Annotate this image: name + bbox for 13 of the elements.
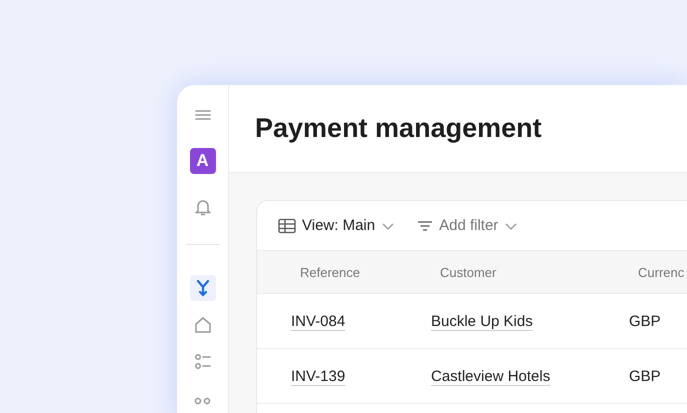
currency-cell: GBP (629, 368, 661, 384)
column-header: Currenc (638, 264, 686, 280)
reference-link[interactable]: INV-139 (291, 368, 346, 384)
customer-link[interactable]: Castleview Hotels (431, 368, 550, 384)
reference-link[interactable]: INV-084 (291, 312, 346, 330)
page-title: Payment management (255, 113, 542, 144)
currency-cell: GBP (629, 312, 661, 330)
column-header: Reference (300, 264, 361, 280)
customer-link[interactable]: Buckle Up Kids (431, 312, 533, 330)
column-header: Customer (440, 264, 498, 280)
add-filter-dropdown[interactable]: Add filter (417, 217, 518, 234)
view-dropdown[interactable]: View: Main (278, 217, 396, 234)
avatar[interactable]: A (190, 148, 216, 174)
